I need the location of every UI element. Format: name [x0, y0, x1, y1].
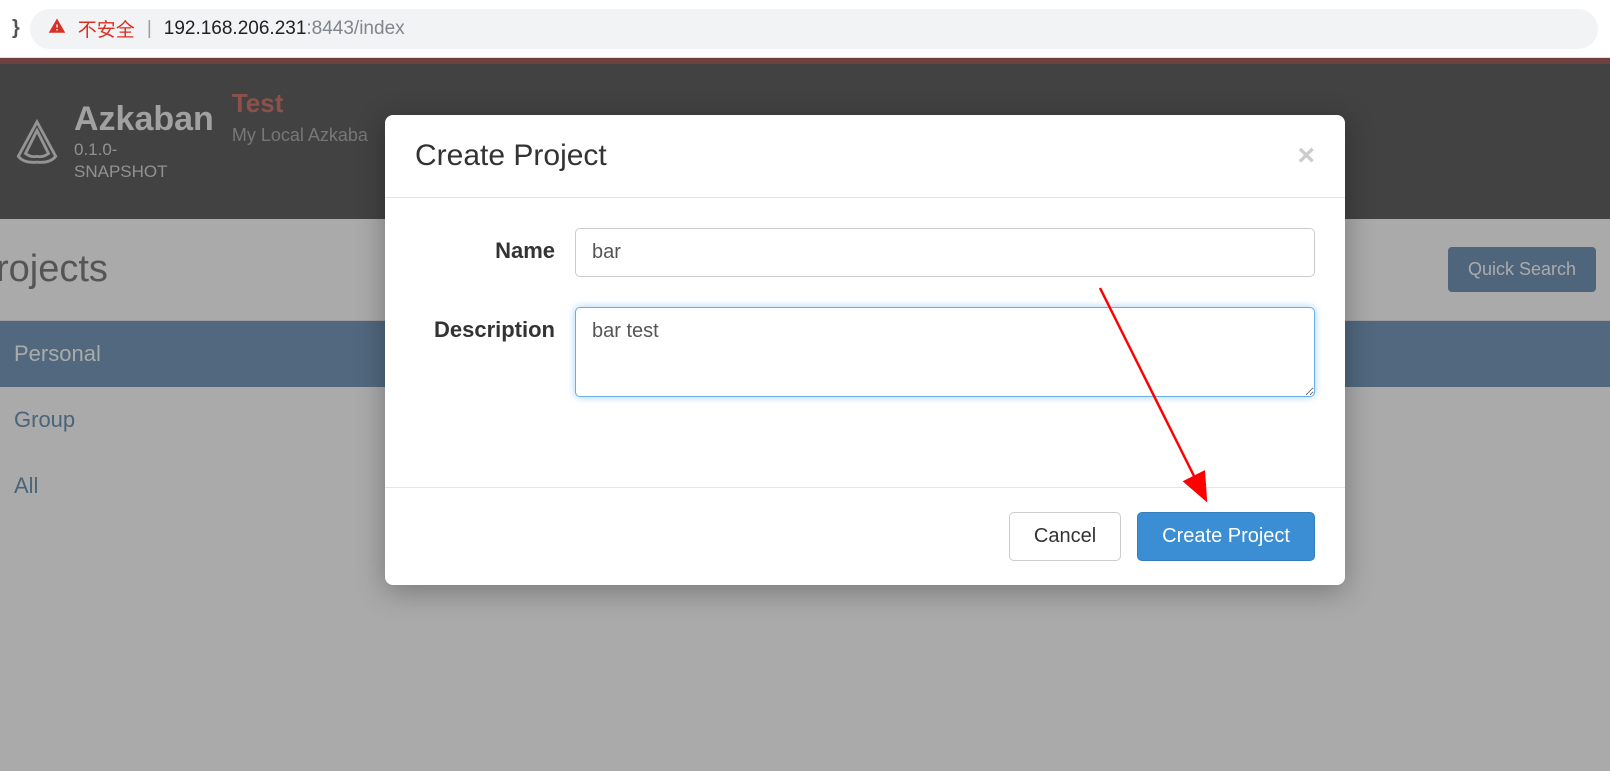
form-row-description: Description bar test — [415, 307, 1315, 397]
url-text: 192.168.206.231:8443/index — [164, 18, 405, 40]
description-label: Description — [415, 307, 575, 343]
browser-address-bar: } 不安全 | 192.168.206.231:8443/index — [0, 0, 1610, 58]
page-script-icon: } — [12, 17, 20, 40]
url-port-path: :8443/index — [306, 18, 404, 39]
modal-header: Create Project × — [385, 115, 1345, 198]
modal-title: Create Project — [415, 139, 607, 173]
cancel-button[interactable]: Cancel — [1009, 512, 1121, 561]
url-host: 192.168.206.231 — [164, 18, 307, 39]
name-input[interactable] — [575, 228, 1315, 277]
insecure-label: 不安全 — [78, 15, 135, 42]
url-separator: | — [147, 18, 152, 40]
create-project-modal: Create Project × Name Description bar te… — [385, 115, 1345, 585]
name-label: Name — [415, 228, 575, 264]
close-icon[interactable]: × — [1297, 141, 1315, 171]
create-project-button[interactable]: Create Project — [1137, 512, 1315, 561]
modal-footer: Cancel Create Project — [385, 487, 1345, 585]
warning-triangle-icon — [48, 17, 66, 40]
modal-body: Name Description bar test — [385, 198, 1345, 487]
description-input[interactable]: bar test — [575, 307, 1315, 397]
form-row-name: Name — [415, 228, 1315, 277]
url-field[interactable]: 不安全 | 192.168.206.231:8443/index — [30, 9, 1598, 49]
